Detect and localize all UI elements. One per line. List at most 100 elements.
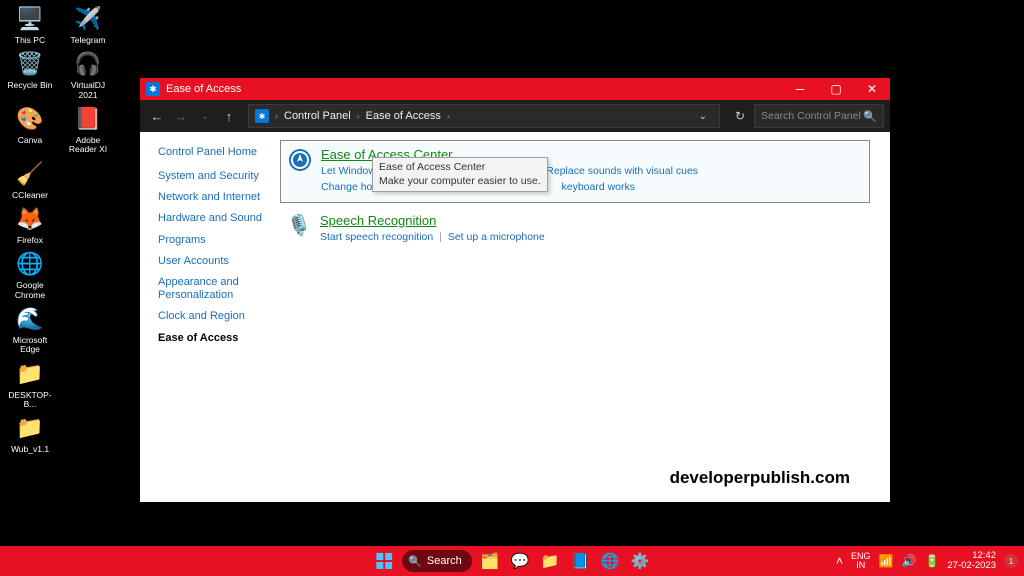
watermark: developerpublish.com <box>670 468 850 488</box>
virtualdj-icon: 🎧 <box>73 49 103 79</box>
notification-badge[interactable]: 1 <box>1004 554 1018 568</box>
icon-label: Adobe Reader XI <box>69 136 107 155</box>
edge-icon: 🌊 <box>15 304 45 334</box>
icon-label: Microsoft Edge <box>13 336 47 355</box>
start-speech-recognition-link[interactable]: Start speech recognition <box>320 231 433 243</box>
up-button[interactable]: ↑ <box>218 105 240 127</box>
icon-label: This PC <box>15 36 45 45</box>
control-panel-home-link[interactable]: Control Panel Home <box>158 146 280 158</box>
battery-icon[interactable]: 🔋 <box>924 554 939 568</box>
maximize-button[interactable]: ▢ <box>818 78 854 100</box>
volume-icon[interactable]: 🔊 <box>901 554 916 568</box>
breadcrumb-item[interactable]: Control Panel <box>284 110 351 122</box>
tooltip-desc: Make your computer easier to use. <box>379 175 541 189</box>
icon-label: Google Chrome <box>15 281 45 300</box>
desktop-icon-canva[interactable]: 🎨 Canva <box>6 104 54 155</box>
desktop-icon-wub[interactable]: 📁Wub_v1.1 <box>6 413 54 454</box>
icon-label: Canva <box>18 136 43 145</box>
desktop-icon-desktop-b[interactable]: 📁 DESKTOP-B... <box>6 359 54 410</box>
taskbar-search[interactable]: 🔍 Search <box>402 550 472 572</box>
firefox-icon: 🦊 <box>15 204 45 234</box>
desktop-icon-firefox[interactable]: 🦊 Firefox <box>6 204 54 245</box>
ccleaner-icon: 🧹 <box>15 159 45 189</box>
chevron-right-icon: › <box>275 111 278 121</box>
sidebar-item-user-accounts[interactable]: User Accounts <box>158 255 280 268</box>
history-dropdown[interactable]: ⌄ <box>194 105 216 127</box>
desktop-b-icon: 📁 <box>15 359 45 389</box>
desktop-icons: 🖥️ This PC ✈️ Telegram 🗑️Recycle Bin🎧Virtual… <box>6 4 126 455</box>
breadcrumb[interactable]: ✱ › Control Panel › Ease of Access › ⌄ <box>248 104 720 128</box>
taskbar: 🔍 Search 🗂️ 💬 📁 📘 🌐 ⚙️ ˄ ENG IN 📶 🔊 🔋 12… <box>0 546 1024 576</box>
replace-sounds-link[interactable]: Replace sounds with visual cues <box>546 165 698 177</box>
sidebar-item-clock-and-region[interactable]: Clock and Region <box>158 310 280 323</box>
ease-of-access-center-icon <box>287 147 313 173</box>
chrome-icon: 🌐 <box>15 249 45 279</box>
start-button[interactable] <box>372 549 396 573</box>
icon-label: Telegram <box>71 36 106 45</box>
tooltip: Ease of Access Center Make your computer… <box>372 157 548 192</box>
microphone-icon: 🎙️ <box>286 213 312 239</box>
taskbar-center: 🔍 Search 🗂️ 💬 📁 📘 🌐 ⚙️ <box>372 549 652 573</box>
navbar: ← → ⌄ ↑ ✱ › Control Panel › Ease of Acce… <box>140 100 890 132</box>
tooltip-title: Ease of Access Center <box>379 161 541 175</box>
search-label: Search <box>427 555 462 567</box>
desktop-icon-adobe-reader[interactable]: 📕 Adobe Reader XI <box>64 104 112 155</box>
taskbar-word[interactable]: 📘 <box>568 549 592 573</box>
chevron-right-icon: › <box>357 111 360 121</box>
refresh-button[interactable]: ↻ <box>728 104 752 128</box>
icon-label: Firefox <box>17 236 43 245</box>
canva-icon: 🎨 <box>15 104 45 134</box>
task-view-button[interactable]: 🗂️ <box>478 549 502 573</box>
taskbar-explorer[interactable]: 📁 <box>538 549 562 573</box>
titlebar: ✱ Ease of Access ─ ▢ ✕ <box>140 78 890 100</box>
icon-label: Recycle Bin <box>8 81 53 90</box>
breadcrumb-dropdown[interactable]: ⌄ <box>693 111 713 122</box>
desktop-icon-telegram[interactable]: ✈️ Telegram <box>64 4 112 45</box>
chevron-right-icon: › <box>447 111 450 121</box>
desktop-icon-ccleaner[interactable]: 🧹 CCleaner <box>6 159 54 200</box>
speech-recognition-link[interactable]: Speech Recognition <box>320 213 862 228</box>
sidebar: Control Panel Home System and Security Ne… <box>140 132 280 502</box>
clock[interactable]: 12:42 27-02-2023 <box>947 551 996 572</box>
sidebar-item-network-and-internet[interactable]: Network and Internet <box>158 191 280 204</box>
control-panel-icon: ✱ <box>255 109 269 123</box>
group-links: Start speech recognition | Set up a micr… <box>320 230 862 246</box>
control-panel-window: ✱ Ease of Access ─ ▢ ✕ ← → ⌄ ↑ ✱ › Contr… <box>140 78 890 502</box>
speech-recognition-group: 🎙️ Speech Recognition Start speech recog… <box>280 207 870 252</box>
desktop-icon-this-pc[interactable]: 🖥️ This PC <box>6 4 54 45</box>
search-input[interactable]: Search Control Panel 🔍 <box>754 104 884 128</box>
desktop-icon-virtualdj[interactable]: 🎧VirtualDJ 2021 <box>64 49 112 100</box>
search-icon: 🔍 <box>863 110 877 123</box>
taskbar-app-1[interactable]: 💬 <box>508 549 532 573</box>
forward-button[interactable]: → <box>170 105 192 127</box>
sidebar-item-system-and-security[interactable]: System and Security <box>158 170 280 183</box>
setup-microphone-link[interactable]: Set up a microphone <box>448 231 545 243</box>
this-pc-icon: 🖥️ <box>15 4 45 34</box>
language-indicator[interactable]: ENG IN <box>851 552 871 570</box>
ease-of-access-center-group: Ease of Access Center Let Windows su Eas… <box>280 140 870 203</box>
keyboard-works-link[interactable]: keyboard works <box>561 181 635 193</box>
breadcrumb-item[interactable]: Ease of Access <box>366 110 441 122</box>
desktop-icon-chrome[interactable]: 🌐 Google Chrome <box>6 249 54 300</box>
icon-label: CCleaner <box>12 191 48 200</box>
desktop-icon-edge[interactable]: 🌊 Microsoft Edge <box>6 304 54 355</box>
search-placeholder: Search Control Panel <box>761 110 861 122</box>
adobe-reader-icon: 📕 <box>73 104 103 134</box>
sidebar-item-hardware-and-sound[interactable]: Hardware and Sound <box>158 212 280 225</box>
sidebar-item-ease-of-access[interactable]: Ease of Access <box>158 332 280 345</box>
icon-label: DESKTOP-B... <box>6 391 54 410</box>
desktop-icon-recycle-bin[interactable]: 🗑️Recycle Bin <box>6 49 54 100</box>
tray-expand[interactable]: ˄ <box>836 554 843 568</box>
telegram-icon: ✈️ <box>73 4 103 34</box>
search-icon: 🔍 <box>408 555 422 568</box>
sidebar-item-appearance-and-personalization[interactable]: Appearance and Personalization <box>158 276 280 302</box>
minimize-button[interactable]: ─ <box>782 78 818 100</box>
wifi-icon[interactable]: 📶 <box>879 554 894 568</box>
sidebar-item-programs[interactable]: Programs <box>158 234 280 247</box>
taskbar-control-panel[interactable]: ⚙️ <box>628 549 652 573</box>
close-button[interactable]: ✕ <box>854 78 890 100</box>
back-button[interactable]: ← <box>146 105 168 127</box>
icon-label: Wub_v1.1 <box>11 445 49 454</box>
window-title: Ease of Access <box>166 83 241 95</box>
taskbar-chrome[interactable]: 🌐 <box>598 549 622 573</box>
